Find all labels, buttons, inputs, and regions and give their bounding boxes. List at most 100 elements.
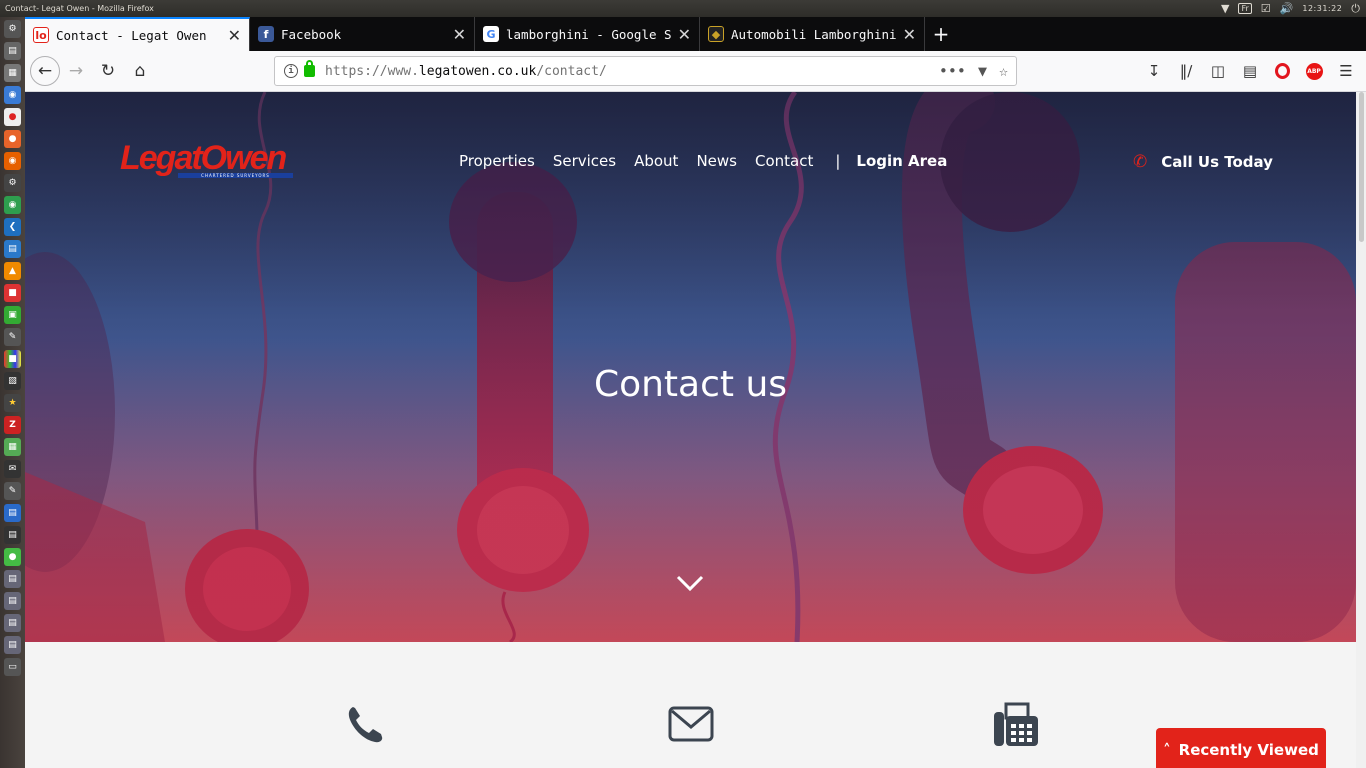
drive-1-icon[interactable]: ▤	[4, 570, 21, 588]
tab-google-search[interactable]: G lamborghini - Google Sea ✕	[475, 17, 700, 51]
reload-button[interactable]: ↻	[92, 55, 124, 87]
calendar-app-icon[interactable]: ■	[4, 284, 21, 302]
browser-alt-icon[interactable]: ◉	[4, 86, 21, 104]
secure-lock-icon[interactable]	[304, 60, 315, 77]
new-tab-button[interactable]: +	[925, 17, 957, 51]
nav-link-services[interactable]: Services	[553, 152, 616, 170]
forward-button[interactable]: →	[60, 55, 92, 87]
ide-app-icon[interactable]: ▤	[4, 526, 21, 544]
mail-app-icon[interactable]: ✉	[4, 460, 21, 478]
terminal-icon[interactable]: ▤	[4, 42, 21, 60]
chat-app-icon[interactable]: ●	[4, 548, 21, 566]
tab-lamborghini[interactable]: ◆ Automobili Lamborghini ✕	[700, 17, 925, 51]
legat-owen-logo[interactable]: LegatOwen CHARTERED SURVEYORS	[120, 141, 295, 179]
image-app-icon[interactable]: ▤	[4, 504, 21, 522]
tab-facebook[interactable]: f Facebook ✕	[250, 17, 475, 51]
bookmark-star-icon[interactable]: ☆	[999, 62, 1008, 80]
sidebar-icon[interactable]: ◫	[1202, 55, 1234, 87]
tab-title: lamborghini - Google Sea	[506, 26, 672, 42]
close-tab-icon[interactable]: ✕	[903, 25, 916, 44]
nav-link-properties[interactable]: Properties	[459, 152, 535, 170]
back-button[interactable]: ←	[30, 56, 60, 86]
navigation-toolbar: ← → ↻ ⌂ i https://www.legatowen.co.uk/co…	[25, 51, 1366, 92]
lamborghini-favicon-icon: ◆	[708, 26, 724, 42]
scrollbar-thumb[interactable]	[1359, 92, 1364, 242]
nav-link-contact[interactable]: Contact	[755, 152, 813, 170]
adblock-plus-icon[interactable]: ABP	[1298, 55, 1330, 87]
url-text[interactable]: https://www.legatowen.co.uk/contact/	[325, 64, 607, 79]
vscode-icon[interactable]: ❮	[4, 218, 21, 236]
url-path: /contact/	[536, 63, 607, 79]
opera-extension-icon[interactable]	[1266, 55, 1298, 87]
logo-wordmark: LegatOwen	[120, 139, 287, 177]
chevron-up-icon: ˄	[1163, 741, 1171, 759]
draw-app-icon[interactable]: ✎	[4, 482, 21, 500]
writer-icon[interactable]: ▤	[4, 240, 21, 258]
gear-app-icon[interactable]: ⚙	[4, 174, 21, 192]
page-title: Contact us	[593, 364, 788, 405]
palette-app-icon[interactable]: ■	[4, 350, 21, 368]
trash-icon[interactable]: ▭	[4, 658, 21, 676]
google-favicon-icon: G	[483, 26, 499, 42]
tab-title: Automobili Lamborghini	[731, 26, 897, 42]
web-page: LegatOwen CHARTERED SURVEYORS Properties…	[25, 92, 1356, 768]
nav-link-about[interactable]: About	[634, 152, 678, 170]
call-us-today-link[interactable]: ✆ Call Us Today	[1133, 152, 1273, 172]
site-info-icon[interactable]: i	[284, 64, 298, 78]
nav-divider: |	[835, 152, 841, 170]
editor-app-icon[interactable]: ✎	[4, 328, 21, 346]
pocket-icon[interactable]: ▼	[978, 62, 987, 80]
page-scrollbar[interactable]	[1356, 92, 1366, 768]
library-icon[interactable]: ‖∕	[1170, 55, 1202, 87]
close-tab-icon[interactable]: ✕	[228, 26, 241, 45]
window-title: Contact- Legat Owen - Mozilla Firefox	[5, 4, 154, 13]
firefox-icon[interactable]: ◉	[4, 152, 21, 170]
legat-owen-favicon-icon: lo	[33, 27, 49, 43]
wifi-icon[interactable]: ▼	[1221, 2, 1229, 15]
drive-4-icon[interactable]: ▤	[4, 636, 21, 654]
globe-app-icon[interactable]: ◉	[4, 196, 21, 214]
page-actions-icon[interactable]: •••	[939, 62, 966, 80]
monitor-app-icon[interactable]: ▣	[4, 306, 21, 324]
files-icon[interactable]: ▦	[4, 64, 21, 82]
power-icon[interactable]: ⏻	[1351, 2, 1360, 16]
url-bar[interactable]: i https://www.legatowen.co.uk/contact/ •…	[274, 56, 1017, 86]
recently-viewed-button[interactable]: ˄ Recently Viewed	[1156, 728, 1326, 768]
logo-tagline: CHARTERED SURVEYORS	[178, 173, 293, 178]
chevron-down-icon[interactable]	[675, 572, 705, 594]
tab-title: Contact - Legat Owen	[56, 27, 207, 43]
home-button[interactable]: ⌂	[124, 55, 156, 87]
envelope-icon	[668, 706, 714, 742]
phone-handset-icon: ✆	[1133, 152, 1148, 172]
reader-view-icon[interactable]: ▤	[1234, 55, 1266, 87]
clock[interactable]: 12:31:22	[1302, 4, 1342, 13]
close-tab-icon[interactable]: ✕	[453, 25, 466, 44]
tab-title: Facebook	[281, 26, 342, 42]
call-us-label: Call Us Today	[1161, 153, 1273, 171]
drive-2-icon[interactable]: ▤	[4, 592, 21, 610]
tab-contact-legat-owen[interactable]: lo Contact - Legat Owen ✕	[25, 17, 250, 51]
tab-strip: lo Contact - Legat Owen ✕ f Facebook ✕ G…	[25, 17, 1366, 51]
app-launcher: ⚙ ▤ ▦ ◉ ● ● ◉ ⚙ ◉ ❮ ▤ ▲ ■ ▣ ✎ ■ ▧ ★ Z ▦ …	[0, 17, 25, 768]
menu-icon[interactable]: ☰	[1330, 55, 1362, 87]
os-top-bar: Contact- Legat Owen - Mozilla Firefox ▼ …	[0, 0, 1366, 17]
login-area-link[interactable]: Login Area	[856, 152, 947, 170]
grid-app-icon[interactable]: ▦	[4, 438, 21, 456]
stack-app-icon[interactable]: ▧	[4, 372, 21, 390]
filezilla-icon[interactable]: Z	[4, 416, 21, 434]
volume-icon[interactable]: 🔊	[1280, 2, 1294, 15]
hero-banner: LegatOwen CHARTERED SURVEYORS Properties…	[25, 92, 1356, 642]
star-app-icon[interactable]: ★	[4, 394, 21, 412]
app-red-icon[interactable]: ●	[4, 108, 21, 126]
drive-3-icon[interactable]: ▤	[4, 614, 21, 632]
system-tray: ▼ Fr ☑ 🔊 12:31:22 ⏻	[1221, 2, 1366, 16]
downloads-icon[interactable]: ↧	[1138, 55, 1170, 87]
close-tab-icon[interactable]: ✕	[678, 25, 691, 44]
vlc-icon[interactable]: ▲	[4, 262, 21, 280]
keyboard-layout-indicator[interactable]: Fr	[1238, 3, 1252, 14]
app-orange-icon[interactable]: ●	[4, 130, 21, 148]
phone-icon	[348, 707, 383, 743]
nav-link-news[interactable]: News	[696, 152, 737, 170]
updates-icon[interactable]: ☑	[1261, 2, 1271, 15]
system-settings-icon[interactable]: ⚙	[4, 20, 21, 38]
